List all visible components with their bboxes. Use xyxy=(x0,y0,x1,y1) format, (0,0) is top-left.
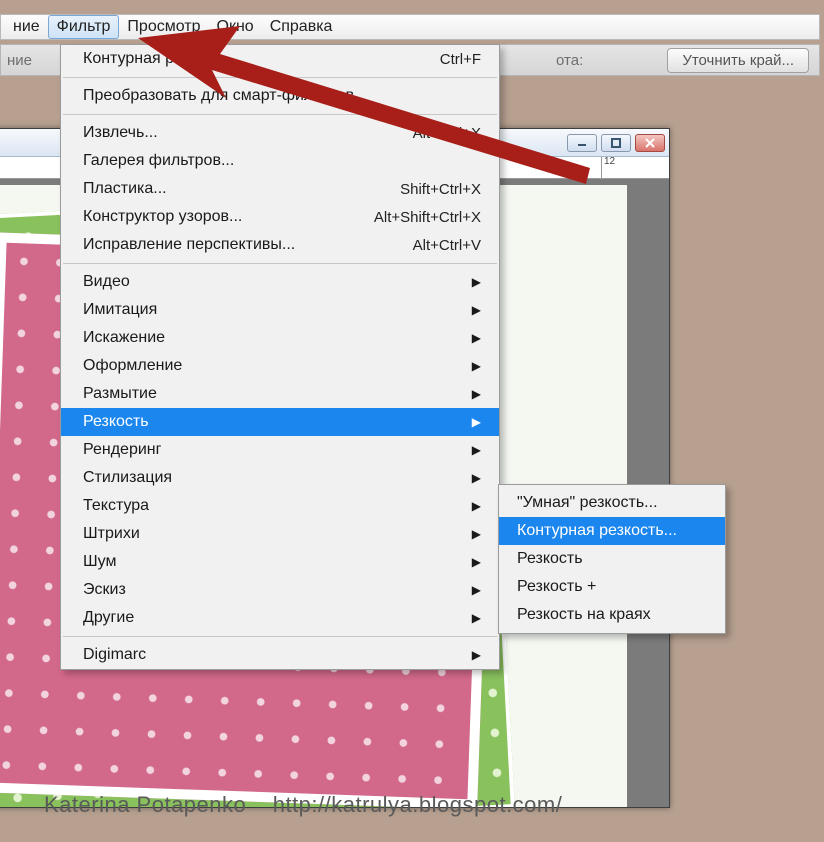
menu-item-label: Галерея фильтров... xyxy=(83,152,234,170)
menu-item[interactable]: Стилизация ▶ xyxy=(61,464,499,492)
menu-item[interactable]: Искажение ▶ xyxy=(61,324,499,352)
menu-item[interactable]: Контурная рез Ctrl+F xyxy=(61,45,499,73)
menu-item[interactable]: Эскиз ▶ xyxy=(61,576,499,604)
submenu-arrow-icon: ▶ xyxy=(472,443,481,457)
credit-text: Katerina Potapenko http://katrulya.blogs… xyxy=(44,792,562,818)
menu-item-label: Рендеринг xyxy=(83,441,161,459)
menu-item[interactable]: Имитация ▶ xyxy=(61,296,499,324)
menu-item-label: Преобразовать для смарт-фильтров xyxy=(83,87,354,105)
menu-item[interactable]: Резкость ▶ xyxy=(61,408,499,436)
submenu-arrow-icon: ▶ xyxy=(472,415,481,429)
refine-edge-button[interactable]: Уточнить край... xyxy=(667,48,809,73)
window-controls xyxy=(567,134,665,152)
menu-item[interactable]: Размытие ▶ xyxy=(61,380,499,408)
menu-item-фильтр[interactable]: Фильтр xyxy=(48,15,120,39)
menu-item-label: Размытие xyxy=(83,385,157,403)
menu-item-ние[interactable]: ние xyxy=(5,16,48,38)
menu-item[interactable]: Извлечь... Alt+Ctrl+X xyxy=(61,119,499,147)
menu-item[interactable]: Другие ▶ xyxy=(61,604,499,632)
menu-item[interactable]: Digimarc ▶ xyxy=(61,641,499,669)
submenu-arrow-icon: ▶ xyxy=(472,611,481,625)
menu-shortcut: Alt+Ctrl+X xyxy=(413,125,481,142)
author-name: Katerina Potapenko xyxy=(44,792,246,817)
author-url: http://katrulya.blogspot.com/ xyxy=(273,792,563,817)
menu-item-label: Извлечь... xyxy=(83,124,158,142)
submenu-arrow-icon: ▶ xyxy=(472,387,481,401)
menubar: ниеФильтрПросмотрОкноСправка xyxy=(0,14,820,40)
filter-menu: Контурная рез Ctrl+F Преобразовать для сма… xyxy=(60,44,500,670)
menu-item[interactable]: Видео ▶ xyxy=(61,268,499,296)
submenu-arrow-icon: ▶ xyxy=(472,499,481,513)
menu-item[interactable]: Пластика... Shift+Ctrl+X xyxy=(61,175,499,203)
submenu-arrow-icon: ▶ xyxy=(472,527,481,541)
menu-item-label: Другие xyxy=(83,609,134,627)
menu-item-label: Текстура xyxy=(83,497,149,515)
sharpen-submenu: "Умная" резкость...Контурная резкость...… xyxy=(498,484,726,634)
menu-item-label: Видео xyxy=(83,273,130,291)
menu-item-просмотр[interactable]: Просмотр xyxy=(119,16,208,38)
menu-item-label: Digimarc xyxy=(83,646,146,664)
menu-item-label: Резкость xyxy=(83,413,149,431)
minimize-button[interactable] xyxy=(567,134,597,152)
submenu-arrow-icon: ▶ xyxy=(472,303,481,317)
menu-item-label: Контурная рез xyxy=(83,50,190,68)
menu-item[interactable]: Оформление ▶ xyxy=(61,352,499,380)
menu-item[interactable]: Рендеринг ▶ xyxy=(61,436,499,464)
menu-item[interactable]: Преобразовать для смарт-фильтров xyxy=(61,82,499,110)
submenu-item[interactable]: Контурная резкость... xyxy=(499,517,725,545)
menu-item-label: Штрихи xyxy=(83,525,140,543)
option-height-label: ота: xyxy=(556,52,583,69)
submenu-arrow-icon: ▶ xyxy=(472,648,481,662)
submenu-arrow-icon: ▶ xyxy=(472,275,481,289)
menu-item[interactable]: Галерея фильтров... xyxy=(61,147,499,175)
menu-item-label: Конструктор узоров... xyxy=(83,208,242,226)
ruler-tick: 12 xyxy=(601,157,615,178)
menu-item[interactable]: Конструктор узоров... Alt+Shift+Ctrl+X xyxy=(61,203,499,231)
option-label-left: ние xyxy=(7,52,32,69)
menu-item-label: Шум xyxy=(83,553,116,571)
menu-item-label: Исправление перспективы... xyxy=(83,236,295,254)
menu-separator xyxy=(63,77,497,78)
menu-item-label: Искажение xyxy=(83,329,165,347)
menu-item-окно[interactable]: Окно xyxy=(209,16,262,38)
menu-shortcut: Alt+Shift+Ctrl+X xyxy=(374,209,481,226)
submenu-item[interactable]: Резкость + xyxy=(499,573,725,601)
submenu-arrow-icon: ▶ xyxy=(472,555,481,569)
menu-shortcut: Alt+Ctrl+V xyxy=(413,237,481,254)
menu-shortcut: Ctrl+F xyxy=(440,51,481,68)
submenu-item[interactable]: "Умная" резкость... xyxy=(499,489,725,517)
menu-item-label: Эскиз xyxy=(83,581,126,599)
menu-item-label: Имитация xyxy=(83,301,157,319)
maximize-button[interactable] xyxy=(601,134,631,152)
menu-separator xyxy=(63,636,497,637)
submenu-arrow-icon: ▶ xyxy=(472,471,481,485)
menu-item[interactable]: Текстура ▶ xyxy=(61,492,499,520)
submenu-item[interactable]: Резкость xyxy=(499,545,725,573)
menu-item[interactable]: Исправление перспективы... Alt+Ctrl+V xyxy=(61,231,499,259)
menu-item[interactable]: Штрихи ▶ xyxy=(61,520,499,548)
menu-separator xyxy=(63,263,497,264)
menu-item-справка[interactable]: Справка xyxy=(262,16,341,38)
menu-item-label: Оформление xyxy=(83,357,182,375)
submenu-arrow-icon: ▶ xyxy=(472,331,481,345)
menu-item-label: Пластика... xyxy=(83,180,167,198)
menu-shortcut: Shift+Ctrl+X xyxy=(400,181,481,198)
close-button[interactable] xyxy=(635,134,665,152)
menu-item-label: Стилизация xyxy=(83,469,172,487)
menu-item[interactable]: Шум ▶ xyxy=(61,548,499,576)
submenu-item[interactable]: Резкость на краях xyxy=(499,601,725,629)
submenu-arrow-icon: ▶ xyxy=(472,583,481,597)
submenu-arrow-icon: ▶ xyxy=(472,359,481,373)
menu-separator xyxy=(63,114,497,115)
